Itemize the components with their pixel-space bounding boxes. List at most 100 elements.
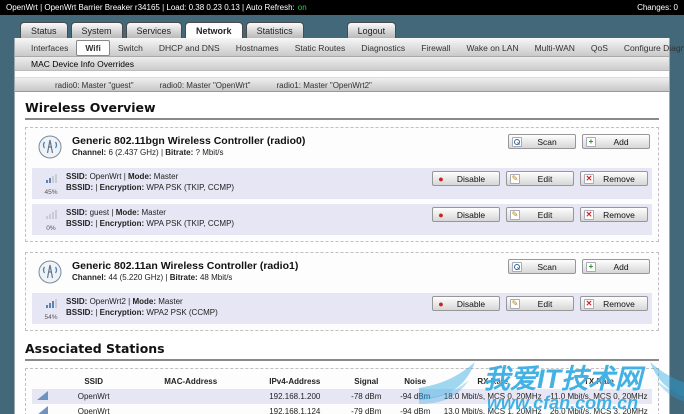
submenu-wifi[interactable]: Wifi — [76, 40, 110, 56]
host-title-text: OpenWrt | OpenWrt Barrier Breaker r34165… — [6, 3, 295, 12]
ssid-value: OpenWrt2 — [90, 297, 126, 306]
station-tx-rate: 11.0 Mbit/s, MCS 0, 20MHz — [546, 389, 652, 404]
station-noise: -94 dBm — [391, 404, 440, 414]
remove-button[interactable]: ✕Remove — [580, 296, 648, 311]
radio-tab-guest[interactable]: radio0: Master "guest" — [55, 81, 134, 89]
signal-percent: 54% — [36, 314, 66, 321]
add-icon: + — [586, 137, 596, 147]
edit-button[interactable]: ✎Edit — [506, 207, 574, 222]
add-button[interactable]: +Add — [582, 134, 650, 149]
submenu-diagnostics[interactable]: Diagnostics — [353, 41, 413, 55]
network-info: SSID: OpenWrt2 | Mode: Master BSSID: | E… — [66, 297, 218, 319]
submenu-firewall[interactable]: Firewall — [413, 41, 458, 55]
tab-logout[interactable]: Logout — [347, 22, 397, 38]
auto-refresh-status: on — [298, 3, 307, 12]
header-ssid: SSID — [54, 374, 134, 389]
submenu-static-routes[interactable]: Static Routes — [287, 41, 354, 55]
radio-tabs: radio0: Master "guest" radio0: Master "O… — [15, 77, 669, 92]
remove-label: Remove — [594, 210, 644, 220]
ssid-line: SSID: OpenWrt | Mode: Master — [66, 172, 234, 183]
remove-button[interactable]: ✕Remove — [580, 207, 648, 222]
encryption-label: Encryption: — [100, 183, 144, 192]
submenu-qos[interactable]: QoS — [583, 41, 616, 55]
submenu-hostnames[interactable]: Hostnames — [228, 41, 287, 55]
bssid-label: BSSID: — [66, 183, 93, 192]
scan-button[interactable]: Scan — [508, 134, 576, 149]
submenu-configure-diagnostics[interactable]: Configure Diagnostics — [616, 41, 684, 55]
submenu-mac-device-info-overrides[interactable]: MAC Device Info Overrides — [31, 59, 134, 69]
wireless-antenna-icon — [38, 135, 62, 159]
ssid-label: SSID: — [66, 297, 87, 306]
bssid-line: BSSID: | Encryption: WPA PSK (TKIP, CCMP… — [66, 219, 234, 230]
submenu-dhcp-dns[interactable]: DHCP and DNS — [151, 41, 228, 55]
scan-label: Scan — [522, 262, 572, 272]
network-actions: Disable ✎Edit ✕Remove — [432, 207, 648, 222]
tab-system[interactable]: System — [71, 22, 123, 38]
bssid-line: BSSID: | Encryption: WPA PSK (TKIP, CCMP… — [66, 183, 234, 194]
network-info: SSID: guest | Mode: Master BSSID: | Encr… — [66, 208, 234, 230]
tab-network[interactable]: Network — [185, 22, 243, 38]
bitrate-label: Bitrate: — [165, 148, 193, 157]
channel-label: Channel: — [72, 148, 106, 157]
mode-value: Master — [142, 208, 166, 217]
edit-icon: ✎ — [510, 174, 520, 184]
wireless-overview-heading: Wireless Overview — [25, 100, 659, 120]
submenu-wake-on-lan[interactable]: Wake on LAN — [458, 41, 526, 55]
ssid-value: guest — [90, 208, 110, 217]
add-button[interactable]: +Add — [582, 259, 650, 274]
channel-value: 6 (2.437 GHz) — [108, 148, 158, 157]
header-rx-rate: RX Rate — [440, 374, 546, 389]
encryption-value: WPA PSK (TKIP, CCMP) — [146, 183, 234, 192]
bitrate-label: Bitrate: — [170, 273, 198, 282]
remove-icon: ✕ — [584, 299, 594, 309]
submenu-multi-wan[interactable]: Multi-WAN — [527, 41, 583, 55]
ssid-label: SSID: — [66, 208, 87, 217]
encryption-label: Encryption: — [100, 219, 144, 228]
disable-button[interactable]: Disable — [432, 171, 500, 186]
associated-stations-section: SSID MAC-Address IPv4-Address Signal Noi… — [25, 368, 659, 414]
edit-icon: ✎ — [510, 299, 520, 309]
scan-button[interactable]: Scan — [508, 259, 576, 274]
network-actions: Disable ✎Edit ✕Remove — [432, 296, 648, 311]
disable-label: Disable — [446, 210, 496, 220]
disable-icon — [436, 210, 446, 220]
radio0-channel-line: Channel: 6 (2.437 GHz) | Bitrate: ? Mbit… — [72, 148, 305, 157]
header-icon-spacer — [32, 374, 54, 389]
station-rx-rate: 13.0 Mbit/s, MCS 1, 20MHz — [440, 404, 546, 414]
edit-label: Edit — [520, 210, 570, 220]
radio1-header: Generic 802.11an Wireless Controller (ra… — [32, 258, 652, 288]
main-nav: Status System Services Network Statistic… — [0, 15, 684, 38]
radio1-actions: Scan +Add — [508, 259, 650, 274]
disable-button[interactable]: Disable — [432, 207, 500, 222]
radio1-info: Generic 802.11an Wireless Controller (ra… — [72, 260, 298, 282]
encryption-value: WPA2 PSK (CCMP) — [146, 308, 217, 317]
edit-button[interactable]: ✎Edit — [506, 296, 574, 311]
station-mac — [134, 404, 248, 414]
disable-icon — [436, 174, 446, 184]
signal-percent: 45% — [36, 189, 66, 196]
radio-tab-openwrt2[interactable]: radio1: Master "OpenWrt2" — [277, 81, 372, 89]
radio-tab-openwrt[interactable]: radio0: Master "OpenWrt" — [160, 81, 251, 89]
tab-services[interactable]: Services — [126, 22, 183, 38]
disable-button[interactable]: Disable — [432, 296, 500, 311]
remove-button[interactable]: ✕Remove — [580, 171, 648, 186]
station-signal: -79 dBm — [342, 404, 391, 414]
network-row-openwrt2: 54% SSID: OpenWrt2 | Mode: Master BSSID:… — [32, 293, 652, 324]
edit-label: Edit — [520, 174, 570, 184]
status-bar: OpenWrt | OpenWrt Barrier Breaker r34165… — [0, 0, 684, 15]
network-submenu: Interfaces Wifi Switch DHCP and DNS Host… — [15, 38, 669, 57]
changes-indicator[interactable]: Changes: 0 — [637, 3, 678, 12]
edit-button[interactable]: ✎Edit — [506, 171, 574, 186]
submenu-switch[interactable]: Switch — [110, 41, 151, 55]
tab-statistics[interactable]: Statistics — [246, 22, 304, 38]
station-rx-rate: 18.0 Mbit/s, MCS 0, 20MHz — [440, 389, 546, 404]
radio1-channel-line: Channel: 44 (5.220 GHz) | Bitrate: 48 Mb… — [72, 273, 298, 282]
station-signal-icon — [32, 389, 54, 404]
submenu-interfaces[interactable]: Interfaces — [23, 41, 76, 55]
radio0-info: Generic 802.11bgn Wireless Controller (r… — [72, 135, 305, 157]
page-window: Interfaces Wifi Switch DHCP and DNS Host… — [14, 38, 670, 414]
bitrate-value: ? Mbit/s — [196, 148, 224, 157]
separator: | — [95, 219, 97, 228]
network-actions: Disable ✎Edit ✕Remove — [432, 171, 648, 186]
tab-status[interactable]: Status — [20, 22, 68, 38]
